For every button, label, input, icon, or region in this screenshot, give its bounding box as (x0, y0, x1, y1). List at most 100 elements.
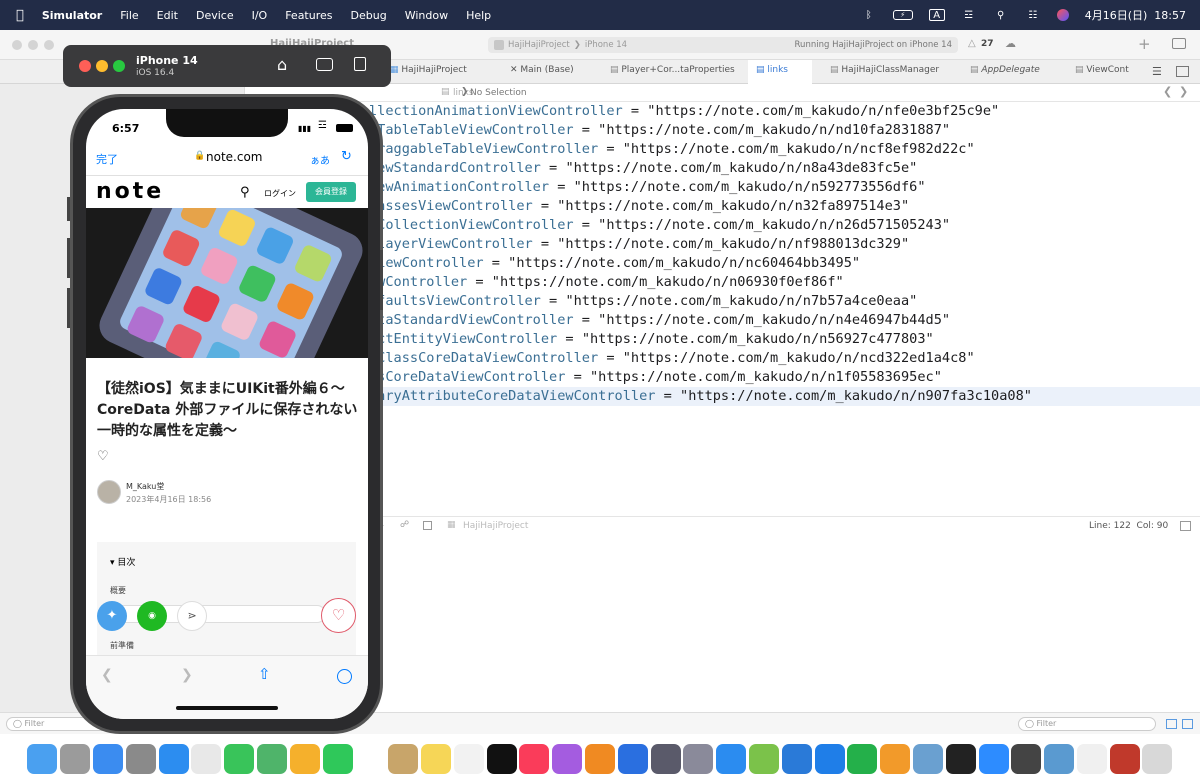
finder2-icon[interactable] (1044, 743, 1075, 774)
tab-hajihajiproject[interactable]: ▦ HajiHajiProject (390, 65, 467, 75)
tab-links[interactable]: ▤ links (748, 60, 812, 84)
like-heart-icon[interactable]: ♡ (97, 449, 109, 464)
home-indicator[interactable] (176, 706, 278, 710)
toc-toggle[interactable]: ▾ 目次 (110, 555, 135, 568)
reload-icon[interactable]: ↻ (341, 149, 352, 164)
code-line[interactable]: mClassCoreDataViewController = "https://… (365, 349, 1200, 368)
tv-icon[interactable] (486, 743, 517, 774)
code-line[interactable]: llectionAnimationViewController = "https… (365, 102, 1200, 121)
facetime-icon[interactable] (322, 743, 353, 774)
close-window-button[interactable] (79, 60, 91, 72)
menu-help[interactable]: Help (466, 9, 491, 22)
rotate-icon[interactable] (354, 57, 366, 71)
kotoeri-icon[interactable] (1109, 743, 1140, 774)
memory-icon[interactable] (423, 521, 432, 530)
console-filter-input[interactable]: ◯ Filter (1018, 717, 1156, 731)
issue-next-icon[interactable]: ❯ (1179, 85, 1188, 98)
code-line[interactable]: efaultsViewController = "https://note.co… (365, 292, 1200, 311)
screenshot-icon[interactable] (316, 58, 333, 71)
code-line[interactable]: actEntityViewController = "https://note.… (365, 330, 1200, 349)
simulator-folder-icon[interactable] (683, 743, 714, 774)
back-icon[interactable]: ❮ (101, 667, 113, 683)
instruments-icon[interactable] (650, 743, 681, 774)
menu-features[interactable]: Features (285, 9, 332, 22)
menu-debug[interactable]: Debug (351, 9, 387, 22)
home-icon[interactable]: ⌂ (277, 55, 287, 74)
editor-options-icon[interactable]: ☰ (1152, 65, 1162, 78)
vscode-icon[interactable] (781, 743, 812, 774)
menu-file[interactable]: File (120, 9, 138, 22)
code-editor[interactable]: llectionAnimationViewController = "https… (245, 102, 1200, 512)
coteditor-icon[interactable] (748, 743, 779, 774)
code-line[interactable]: ViewController = "https://note.com/m_kak… (365, 254, 1200, 273)
preview-icon[interactable] (912, 743, 943, 774)
variables-view-icon[interactable] (1166, 719, 1177, 729)
author-name[interactable]: M_Kaku堂 (126, 481, 164, 492)
zoom-icon[interactable] (978, 743, 1009, 774)
compass-icon[interactable] (337, 669, 352, 684)
notes-app-icon[interactable] (388, 743, 419, 774)
menu-device[interactable]: Device (196, 9, 234, 22)
tab-main-base[interactable]: ✕ Main (Base) (510, 65, 574, 75)
music-icon[interactable] (519, 743, 550, 774)
scheme-name[interactable]: HajiHajiProject (508, 40, 570, 50)
code-line[interactable]: sTableTableViewController = "https://not… (365, 121, 1200, 140)
menu-simulator[interactable]: Simulator (42, 9, 102, 22)
panel-toggle-icon[interactable] (1180, 521, 1191, 531)
minimize-window-button[interactable] (96, 60, 108, 72)
numbers-icon[interactable] (847, 743, 878, 774)
code-line[interactable]: ataStandardViewController = "https://not… (365, 311, 1200, 330)
code-line[interactable]: tCollectionViewController = "https://not… (365, 216, 1200, 235)
branch-icon[interactable]: ☍ (400, 520, 409, 530)
messages-icon[interactable] (224, 743, 255, 774)
input-source-icon[interactable]: A (928, 9, 945, 21)
close-window-button[interactable] (12, 40, 22, 50)
share-icon[interactable]: ⋗ (177, 601, 207, 631)
menubar-clock[interactable]: 4月16日(日) 18:57 (1085, 7, 1186, 23)
minimize-window-button[interactable] (28, 40, 38, 50)
chrome-icon[interactable] (191, 743, 222, 774)
destination-name[interactable]: iPhone 14 (585, 40, 627, 50)
like-heart-button[interactable]: ♡ (321, 598, 356, 633)
tab-viewcontroller[interactable]: ▤ ViewCont (1075, 65, 1129, 75)
tab-hajihajiclassmanager[interactable]: ▤ HajiHajiClassManager (830, 65, 939, 75)
textedit-icon[interactable] (1076, 743, 1107, 774)
code-line[interactable]: iewStandardController = "https://note.co… (365, 159, 1200, 178)
toc-item[interactable]: 概要 (110, 585, 126, 596)
code-line[interactable]: ewController = "https://note.com/m_kakud… (365, 273, 1200, 292)
control-center-icon[interactable]: ☷ (1025, 9, 1041, 21)
scheme-selector[interactable]: HajiHajiProject ❯ iPhone 14 Running Haji… (488, 37, 958, 53)
finder-icon[interactable] (27, 743, 58, 774)
close-tab-icon[interactable]: ✕ (510, 65, 520, 75)
launchpad-icon[interactable] (60, 743, 91, 774)
wifi-icon[interactable]: ☲ (961, 9, 977, 21)
code-line[interactable]: DraggableTableViewController = "https://… (365, 140, 1200, 159)
terminal-icon[interactable] (945, 743, 976, 774)
podcasts-icon[interactable] (552, 743, 583, 774)
reminders-icon[interactable] (453, 743, 484, 774)
share-sheet-icon[interactable]: ⇧ (258, 665, 271, 683)
photos-icon[interactable] (289, 743, 320, 774)
code-line[interactable]: lassesViewController = "https://note.com… (365, 197, 1200, 216)
apple-menu-icon[interactable]:  (16, 8, 24, 23)
zoom-window-button[interactable] (44, 40, 54, 50)
siri-icon[interactable] (1056, 9, 1069, 21)
code-line[interactable]: esCoreDataViewController = "https://note… (365, 368, 1200, 387)
books-icon[interactable] (584, 743, 615, 774)
pages-icon[interactable] (880, 743, 911, 774)
note-logo[interactable]: note (96, 179, 164, 204)
inspector-toggle-icon[interactable] (1172, 38, 1186, 49)
add-tab-icon[interactable]: + (1138, 35, 1151, 53)
line-share-button[interactable]: ◉ (137, 601, 167, 631)
twitter-share-button[interactable]: ✦ (97, 601, 127, 631)
app-store-icon[interactable] (716, 743, 747, 774)
split-editor-icon[interactable] (1176, 66, 1189, 77)
toc-item[interactable]: 前準備 (110, 640, 134, 651)
notes-icon[interactable] (420, 743, 451, 774)
zoom-window-button[interactable] (113, 60, 125, 72)
xcode-icon[interactable] (617, 743, 648, 774)
maps-icon[interactable] (256, 743, 287, 774)
code-line[interactable]: PlayerViewController = "https://note.com… (365, 235, 1200, 254)
code-line[interactable]: raryAttributeCoreDataViewController = "h… (365, 387, 1200, 406)
author-avatar[interactable] (97, 480, 121, 504)
